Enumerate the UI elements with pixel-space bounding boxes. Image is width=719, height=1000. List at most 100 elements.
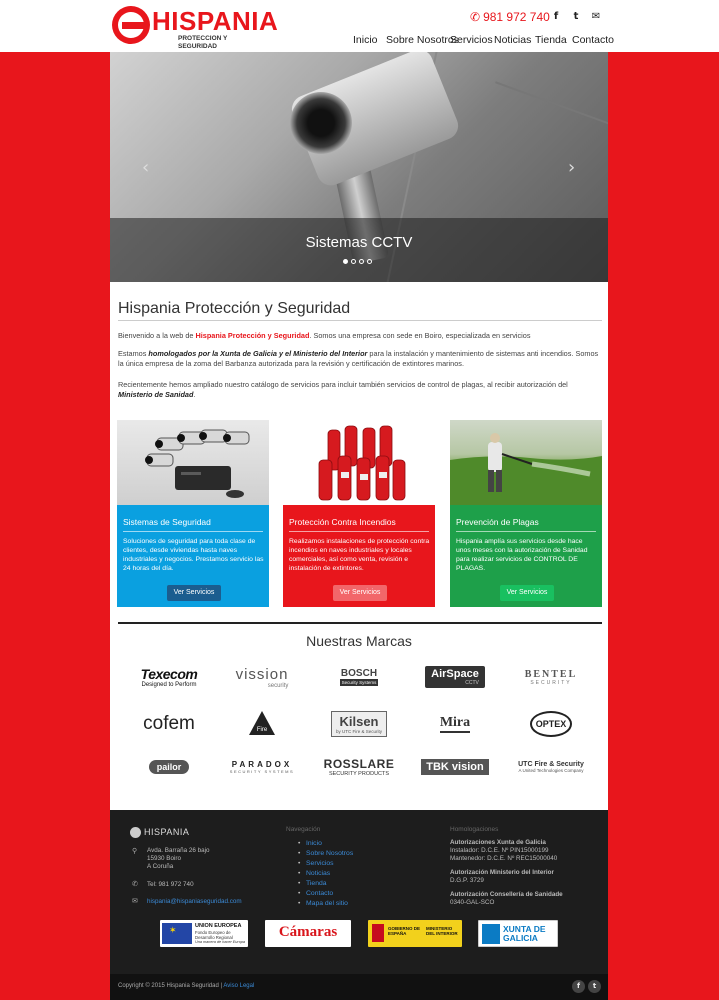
nav-sobre-nosotros[interactable]: Sobre Nosotros bbox=[386, 34, 459, 46]
slider-dot-1[interactable] bbox=[343, 259, 348, 264]
mail-icon: ✉ bbox=[132, 898, 138, 905]
brand-tbk-vision[interactable]: TBK vision bbox=[410, 754, 500, 780]
eu-flag-icon: ✶ bbox=[162, 923, 192, 944]
logo-name: HISPANIA bbox=[152, 6, 279, 36]
slider-dot-2[interactable] bbox=[351, 259, 356, 264]
logo-tagline: PROTECCION Y SEGURIDAD bbox=[178, 35, 228, 50]
brand-kilsen[interactable]: Kilsen by UTC Fire & Security bbox=[314, 706, 404, 742]
header-phone[interactable]: ✆ 981 972 740 bbox=[470, 10, 550, 24]
phone-icon: ✆ bbox=[132, 881, 138, 888]
brand-optex[interactable]: OPTEX bbox=[506, 706, 596, 742]
sponsor-interior: GOBIERNO DE ESPAÑA MINISTERIO DEL INTERI… bbox=[368, 920, 462, 947]
twitter-icon[interactable]: t bbox=[570, 11, 582, 23]
service-title: Sistemas de Seguridad bbox=[123, 517, 211, 527]
footer-link-servicios[interactable]: Servicios bbox=[298, 860, 333, 867]
footer-address: Avda. Barraña 26 bajo 15930 Boiro A Coruña bbox=[147, 847, 210, 870]
legal-link[interactable]: Aviso Legal bbox=[223, 983, 254, 989]
footer-link-tienda[interactable]: Tienda bbox=[298, 880, 326, 887]
footer-link-contacto[interactable]: Contacto bbox=[298, 890, 333, 897]
nav-servicios[interactable]: Servicios bbox=[450, 34, 493, 46]
slider-dot-3[interactable] bbox=[359, 259, 364, 264]
fire-extinguishers-image bbox=[283, 420, 435, 505]
slide-caption: Sistemas CCTV bbox=[305, 234, 413, 251]
camera-lens bbox=[290, 92, 352, 154]
page-title: Hispania Protección y Seguridad bbox=[118, 300, 351, 317]
security-cameras-image bbox=[117, 420, 269, 505]
title-divider bbox=[118, 320, 602, 321]
footer-phone: Tel: 981 972 740 bbox=[147, 881, 194, 888]
service-title: Prevención de Plagas bbox=[456, 517, 539, 527]
intro-paragraph-1: Bienvenido a la web de Hispania Protecci… bbox=[118, 331, 531, 340]
footer-link-mapa[interactable]: Mapa del sitio bbox=[298, 900, 348, 907]
footer-link-sobre[interactable]: Sobre Nosotros bbox=[298, 850, 353, 857]
footer-link-inicio[interactable]: Inicio bbox=[298, 840, 322, 847]
brand-bentel[interactable]: BENTEL SECURITY bbox=[506, 664, 596, 690]
logo-mark-icon bbox=[130, 827, 141, 839]
ver-servicios-button[interactable]: Ver Servicios bbox=[333, 585, 387, 601]
brand-pailor[interactable]: pailor bbox=[124, 754, 214, 780]
phone-icon: ✆ bbox=[470, 10, 481, 24]
nav-noticias[interactable]: Noticias bbox=[494, 34, 531, 46]
brand-texecom[interactable]: Texecom Designed to Perform bbox=[124, 664, 214, 690]
footer-hom-title: Homologaciones bbox=[450, 826, 499, 833]
service-card-pests: Prevención de Plagas Hispania amplía sus… bbox=[450, 505, 602, 607]
brand-utc[interactable]: UTC Fire & Security A United Technologies… bbox=[506, 754, 596, 780]
twitter-icon[interactable]: t bbox=[588, 980, 601, 993]
fumigation-illustration bbox=[450, 433, 602, 505]
service-card-fire: Protección Contra Incendios Realizamos i… bbox=[283, 505, 435, 607]
facebook-icon[interactable]: f bbox=[572, 980, 585, 993]
hom-interior: Autorización Ministerio del Interior D.G.… bbox=[450, 869, 554, 884]
service-card-security: Sistemas de Seguridad Soluciones de segu… bbox=[117, 505, 269, 607]
footer-email[interactable]: hispania@hispaniaseguridad.com bbox=[147, 898, 242, 905]
nav-inicio[interactable]: Inicio bbox=[353, 34, 378, 46]
brand-fire[interactable]: Fire bbox=[217, 706, 307, 742]
nav-contacto[interactable]: Contacto bbox=[572, 34, 614, 46]
camera-set-illustration bbox=[145, 429, 250, 498]
main-content: Sistemas CCTV ‹ › Hispania Protección y … bbox=[110, 52, 608, 810]
service-title: Protección Contra Incendios bbox=[289, 517, 396, 527]
service-text: Hispania amplía sus servicios desde hace… bbox=[456, 538, 588, 572]
sponsor-eu: ✶ UNION EUROPEA Fondo Europeo de Desarro… bbox=[160, 920, 248, 947]
mail-icon[interactable]: ✉ bbox=[590, 11, 602, 23]
hom-sanidade: Autorización Consellería de Sanidade 0340… bbox=[450, 891, 563, 906]
header-phone-number: 981 972 740 bbox=[483, 10, 550, 24]
footer: HISPANIA ⚲ Avda. Barraña 26 bajo 15930 Bo… bbox=[110, 810, 608, 974]
intro-paragraph-2: Estamos homologados por la Xunta de Gali… bbox=[118, 349, 599, 368]
brand-bosch[interactable]: BOSCH Security Systems bbox=[314, 664, 404, 690]
bottom-bar: Copyright © 2015 Hispania Seguridad | Av… bbox=[110, 974, 608, 1000]
brand-mira[interactable]: Mira bbox=[410, 706, 500, 742]
extinguishers-illustration bbox=[318, 425, 406, 501]
facebook-icon[interactable]: f bbox=[550, 11, 562, 23]
site-logo[interactable]: HISPANIA PROTECCION Y SEGURIDAD bbox=[112, 6, 278, 50]
slider-dots bbox=[343, 259, 383, 265]
fire-brand-icon: Fire bbox=[249, 711, 275, 735]
nav-tienda[interactable]: Tienda bbox=[535, 34, 567, 46]
ver-servicios-button[interactable]: Ver Servicios bbox=[500, 585, 554, 601]
copyright: Copyright © 2015 Hispania Seguridad | Av… bbox=[118, 983, 255, 989]
hom-xunta: Autorizaciones Xunta de Galicia Instalado… bbox=[450, 839, 558, 862]
sponsor-camaras: Cámaras bbox=[265, 920, 351, 947]
location-icon: ⚲ bbox=[132, 848, 138, 855]
pest-control-image bbox=[450, 420, 602, 505]
brand-rosslare[interactable]: ROSSLARE SECURITY PRODUCTS bbox=[314, 754, 404, 780]
footer-link-noticias[interactable]: Noticias bbox=[298, 870, 330, 877]
chevron-left-icon[interactable]: ‹ bbox=[142, 157, 149, 178]
brand-airspace[interactable]: AirSpace CCTV bbox=[410, 664, 500, 690]
slider-dot-4[interactable] bbox=[367, 259, 372, 264]
brand-paradox[interactable]: PARADOX SECURITY SYSTEMS bbox=[217, 754, 307, 780]
brand-vission[interactable]: vission security bbox=[217, 664, 307, 690]
company-name-link[interactable]: Hispania Protección y Seguridad bbox=[195, 331, 309, 340]
footer-logo[interactable]: HISPANIA bbox=[130, 827, 189, 839]
ver-servicios-button[interactable]: Ver Servicios bbox=[167, 585, 221, 601]
hero-slider[interactable]: Sistemas CCTV ‹ › bbox=[110, 52, 608, 282]
brands-title: Nuestras Marcas bbox=[306, 633, 412, 649]
brand-cofem[interactable]: cofem bbox=[124, 706, 214, 742]
spain-shield-icon bbox=[372, 924, 384, 942]
svg-text:Fire: Fire bbox=[257, 727, 268, 733]
intro-paragraph-3: Recientemente hemos ampliado nuestro cat… bbox=[118, 380, 568, 399]
sponsor-xunta: XUNTA DE GALICIA bbox=[478, 920, 558, 947]
xunta-emblem-icon bbox=[482, 924, 500, 944]
chevron-right-icon[interactable]: › bbox=[568, 157, 575, 178]
footer-nav-title: Navegación bbox=[286, 826, 321, 833]
logo-mark-icon bbox=[112, 6, 150, 44]
